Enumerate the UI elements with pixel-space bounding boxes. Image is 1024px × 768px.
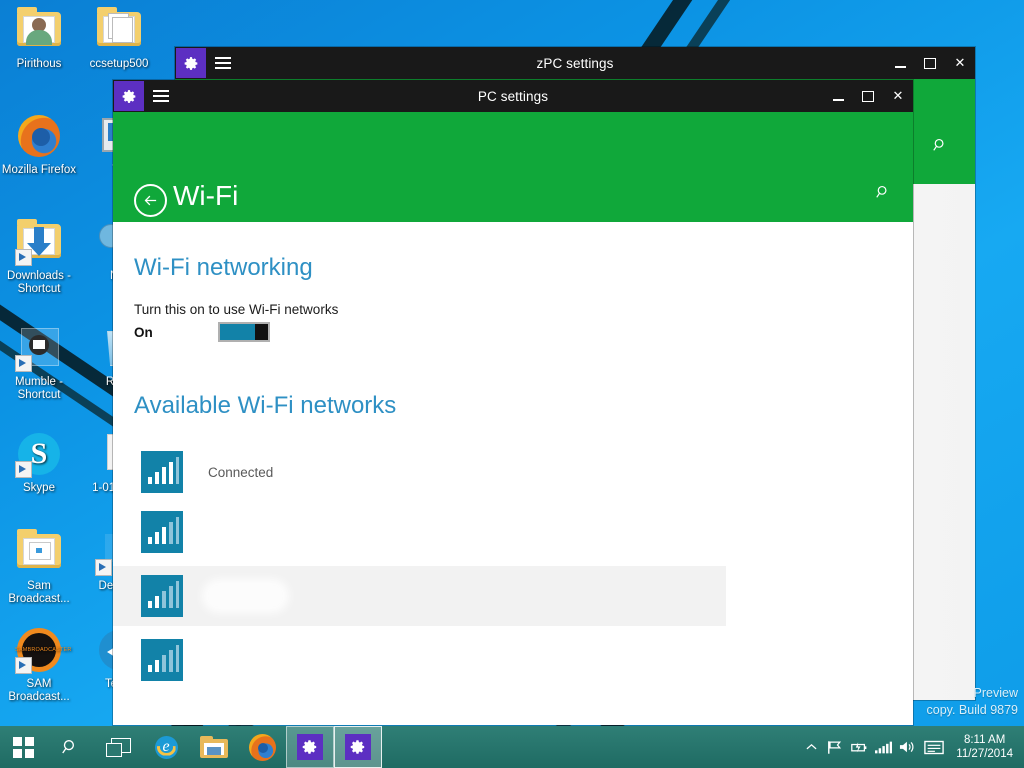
- signal-bars-icon[interactable]: [871, 726, 895, 768]
- desktop-icon-label: Mumble - Shortcut: [15, 376, 63, 401]
- desktop-icon-label: SAM Broadcast...: [8, 678, 70, 703]
- start-button[interactable]: [0, 726, 46, 768]
- shortcut-overlay-icon: [15, 657, 32, 674]
- shortcut-overlay-icon: [95, 559, 112, 576]
- wifi-page-header: Wi-Fi: [113, 112, 913, 222]
- folder-user-icon: [15, 6, 63, 54]
- watermark-line-2: copy. Build 9879: [926, 703, 1019, 717]
- sam-broadcaster-icon: SAMBROADCASTER: [15, 626, 71, 674]
- desktop-icon-label: Sam Broadcast...: [8, 580, 70, 605]
- taskbar-item-pc-settings-2[interactable]: [334, 726, 382, 768]
- internet-explorer-icon[interactable]: e: [142, 726, 190, 768]
- signal-bars-icon: [141, 575, 183, 617]
- signal-bars-icon: [141, 451, 183, 493]
- desktop-icon-downloads-shortcut[interactable]: Downloads - Shortcut: [0, 218, 78, 295]
- hamburger-icon[interactable]: [144, 80, 178, 112]
- windows-logo-icon: [12, 736, 34, 758]
- desktop-icon-mumble-shortcut[interactable]: Mumble - Shortcut: [0, 324, 78, 401]
- skype-icon: S: [15, 430, 63, 478]
- wifi-network-row[interactable]: Connected: [113, 446, 913, 498]
- desktop-icon-label: ccsetup500: [89, 58, 149, 70]
- hamburger-icon[interactable]: [206, 47, 240, 79]
- task-view-icon[interactable]: [94, 726, 142, 768]
- desktop-icon-sam-broadcast-folder[interactable]: Sam Broadcast...: [0, 528, 78, 605]
- close-button-front[interactable]: ✕: [883, 80, 913, 112]
- wifi-network-row[interactable]: [113, 634, 913, 686]
- available-networks-heading: Available Wi-Fi networks: [134, 392, 397, 419]
- wifi-toggle-switch[interactable]: [218, 322, 270, 342]
- page-title: Wi-Fi: [173, 180, 239, 211]
- minimize-button-front[interactable]: [823, 80, 853, 112]
- close-button-back[interactable]: ✕: [945, 47, 975, 79]
- taskbar[interactable]: e 8:11 AM 11/27/2014: [0, 726, 1024, 768]
- search-icon[interactable]: [46, 726, 94, 768]
- sam-folder-icon: [15, 528, 63, 576]
- folder-documents-icon: [95, 6, 143, 54]
- signal-bars-icon: [141, 639, 183, 681]
- wifi-network-row[interactable]: [113, 506, 913, 558]
- wifi-toggle-label: On: [134, 325, 153, 340]
- clock[interactable]: 8:11 AM 11/27/2014: [949, 733, 1020, 761]
- desktop-icon-skype[interactable]: S Skype: [0, 430, 78, 495]
- windows-watermark: Preview copy. Build 9879: [927, 685, 1019, 719]
- title-bar-back-window[interactable]: zPC settings ✕: [175, 47, 975, 79]
- desktop-icon-pirithous[interactable]: Pirithous: [0, 6, 78, 71]
- clock-date: 11/27/2014: [956, 748, 1013, 760]
- wifi-settings-content: Wi-Fi networking Turn this on to use Wi-…: [113, 222, 913, 725]
- gear-icon: [350, 740, 365, 754]
- notification-icon[interactable]: [919, 726, 949, 768]
- system-tray[interactable]: 8:11 AM 11/27/2014: [799, 726, 1024, 768]
- wifi-network-status: Connected: [208, 464, 274, 480]
- desktop-icon-ccsetup500[interactable]: ccsetup500: [80, 6, 158, 71]
- firefox-icon[interactable]: [238, 726, 286, 768]
- clock-time: 8:11 AM: [963, 734, 1006, 746]
- file-explorer-icon[interactable]: [190, 726, 238, 768]
- window-controls-front[interactable]: ✕: [823, 80, 913, 112]
- window-title-front: PC settings: [477, 88, 549, 104]
- wifi-network-row[interactable]: [113, 566, 726, 626]
- back-arrow-icon[interactable]: [134, 184, 167, 217]
- shortcut-overlay-icon: [15, 461, 32, 478]
- available-networks-list: Connected: [113, 446, 913, 686]
- chevron-up-icon[interactable]: [799, 726, 823, 768]
- desktop-icon-sam-broadcaster-app[interactable]: SAMBROADCASTER SAM Broadcast...: [0, 626, 78, 703]
- watermark-line-1: Preview: [973, 686, 1018, 700]
- mumble-icon: [15, 324, 63, 372]
- desktop-icon-label: Pirithous: [16, 58, 62, 70]
- search-icon-back[interactable]: [932, 137, 949, 159]
- gear-icon: [176, 48, 206, 78]
- speaker-icon[interactable]: [895, 726, 919, 768]
- battery-icon[interactable]: [847, 726, 871, 768]
- window-pc-settings[interactable]: PC settings ✕ Wi-Fi Wi-Fi networking Tur…: [113, 80, 913, 725]
- desktop-icon-mozilla-firefox[interactable]: Mozilla Firefox: [0, 112, 78, 177]
- maximize-button-back[interactable]: [915, 47, 945, 79]
- title-bar-front-window[interactable]: PC settings ✕: [113, 80, 913, 112]
- action-center-flag-icon[interactable]: [823, 726, 847, 768]
- wifi-networking-heading: Wi-Fi networking: [134, 254, 313, 281]
- toggle-fill: [220, 324, 255, 340]
- window-controls-back[interactable]: ✕: [885, 47, 975, 79]
- minimize-button-back[interactable]: [885, 47, 915, 79]
- maximize-button-front[interactable]: [853, 80, 883, 112]
- shortcut-overlay-icon: [15, 355, 32, 372]
- toggle-thumb[interactable]: [255, 324, 268, 340]
- search-icon-front[interactable]: [875, 184, 892, 206]
- desktop-icon-label: Mozilla Firefox: [1, 164, 77, 176]
- taskbar-item-pc-settings[interactable]: [286, 726, 334, 768]
- wifi-networking-description: Turn this on to use Wi-Fi networks: [134, 302, 339, 317]
- desktop-icon-label: Skype: [23, 482, 55, 494]
- firefox-icon: [15, 112, 63, 160]
- signal-bars-icon: [141, 511, 183, 553]
- wifi-network-name-redacted: [208, 585, 283, 607]
- shortcut-overlay-icon: [15, 249, 32, 266]
- desktop-icon-label: Downloads - Shortcut: [7, 270, 71, 295]
- folder-download-icon: [15, 218, 63, 266]
- gear-icon: [302, 740, 317, 754]
- window-title-back: zPC settings: [536, 55, 614, 71]
- gear-icon: [114, 81, 144, 111]
